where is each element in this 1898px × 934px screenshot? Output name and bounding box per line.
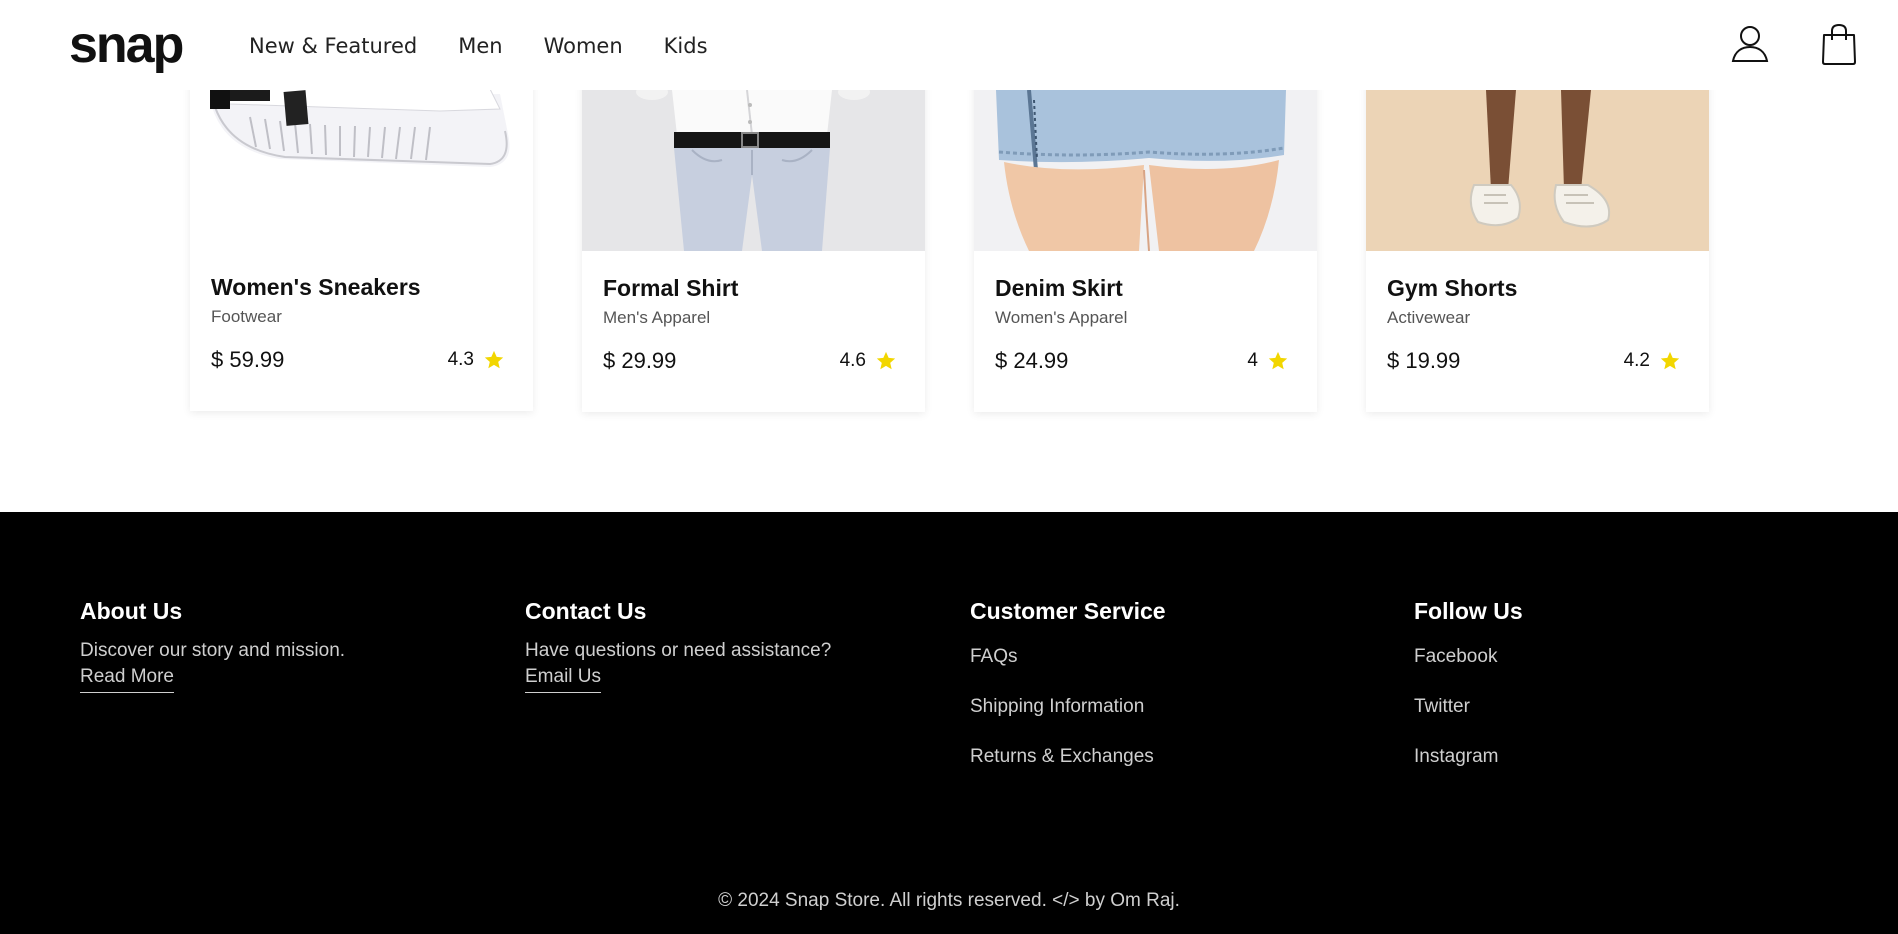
email-us-link[interactable]: Email Us	[525, 664, 602, 693]
product-rating: 4.6	[840, 350, 897, 372]
logo[interactable]: snap	[69, 12, 184, 78]
footer-social-list: Facebook Twitter Instagram	[1414, 644, 1523, 770]
copyright-text: © 2024 Snap Store. All rights reserved. …	[718, 890, 1180, 911]
product-category: Men's Apparel	[603, 308, 711, 327]
shipping-info-link[interactable]: Shipping Information	[970, 694, 1166, 720]
footer-service-title: Customer Service	[970, 598, 1166, 624]
product-price: $ 59.99	[211, 347, 285, 372]
main-nav: New & Featured Men Women Kids	[249, 30, 708, 62]
footer-service-list: FAQs Shipping Information Returns & Exch…	[970, 644, 1166, 770]
footer-follow: Follow Us Facebook Twitter Instagram	[1414, 596, 1523, 794]
footer-about-text: Discover our story and mission.	[80, 640, 346, 661]
shopping-bag-icon[interactable]	[1820, 22, 1858, 71]
product-rating: 4.3	[448, 349, 505, 371]
star-icon	[1660, 351, 1680, 370]
product-name: Gym Shorts	[1387, 275, 1518, 301]
product-category: Footwear	[211, 307, 282, 326]
rating-value: 4	[1247, 350, 1258, 371]
returns-exchanges-link[interactable]: Returns & Exchanges	[970, 744, 1166, 770]
read-more-link[interactable]: Read More	[80, 664, 174, 693]
footer-about: About Us Discover our story and mission.…	[80, 596, 345, 693]
product-price: $ 24.99	[995, 348, 1069, 373]
footer-follow-title: Follow Us	[1414, 598, 1523, 624]
footer-contact-text: Have questions or need assistance?	[525, 640, 832, 661]
instagram-link[interactable]: Instagram	[1414, 744, 1523, 770]
user-icon[interactable]	[1730, 24, 1770, 69]
star-icon	[876, 351, 896, 370]
star-icon	[484, 350, 504, 369]
rating-value: 4.2	[1623, 350, 1650, 371]
nav-men[interactable]: Men	[458, 30, 502, 62]
footer-customer-service: Customer Service FAQs Shipping Informati…	[970, 596, 1166, 794]
site-footer: About Us Discover our story and mission.…	[0, 512, 1898, 934]
product-name: Denim Skirt	[995, 275, 1123, 301]
rating-value: 4.6	[839, 350, 866, 371]
product-category: Women's Apparel	[995, 308, 1128, 327]
nav-kids[interactable]: Kids	[664, 30, 708, 62]
product-rating: 4	[1247, 350, 1289, 372]
product-price: $ 29.99	[603, 348, 677, 373]
twitter-link[interactable]: Twitter	[1414, 694, 1523, 720]
footer-about-title: About Us	[80, 598, 183, 624]
footer-contact: Contact Us Have questions or need assist…	[525, 596, 831, 693]
star-icon	[1268, 351, 1288, 370]
product-category: Activewear	[1387, 308, 1471, 327]
nav-new-featured[interactable]: New & Featured	[249, 30, 417, 62]
product-name: Formal Shirt	[603, 275, 739, 301]
product-price: $ 19.99	[1387, 348, 1461, 373]
nav-women[interactable]: Women	[544, 30, 623, 62]
facebook-link[interactable]: Facebook	[1414, 644, 1523, 670]
product-name: Women's Sneakers	[211, 274, 421, 300]
product-rating: 4.2	[1624, 350, 1681, 372]
site-header: snap New & Featured Men Women Kids	[0, 0, 1898, 90]
rating-value: 4.3	[447, 349, 474, 370]
footer-contact-title: Contact Us	[525, 598, 647, 624]
faqs-link[interactable]: FAQs	[970, 644, 1166, 670]
